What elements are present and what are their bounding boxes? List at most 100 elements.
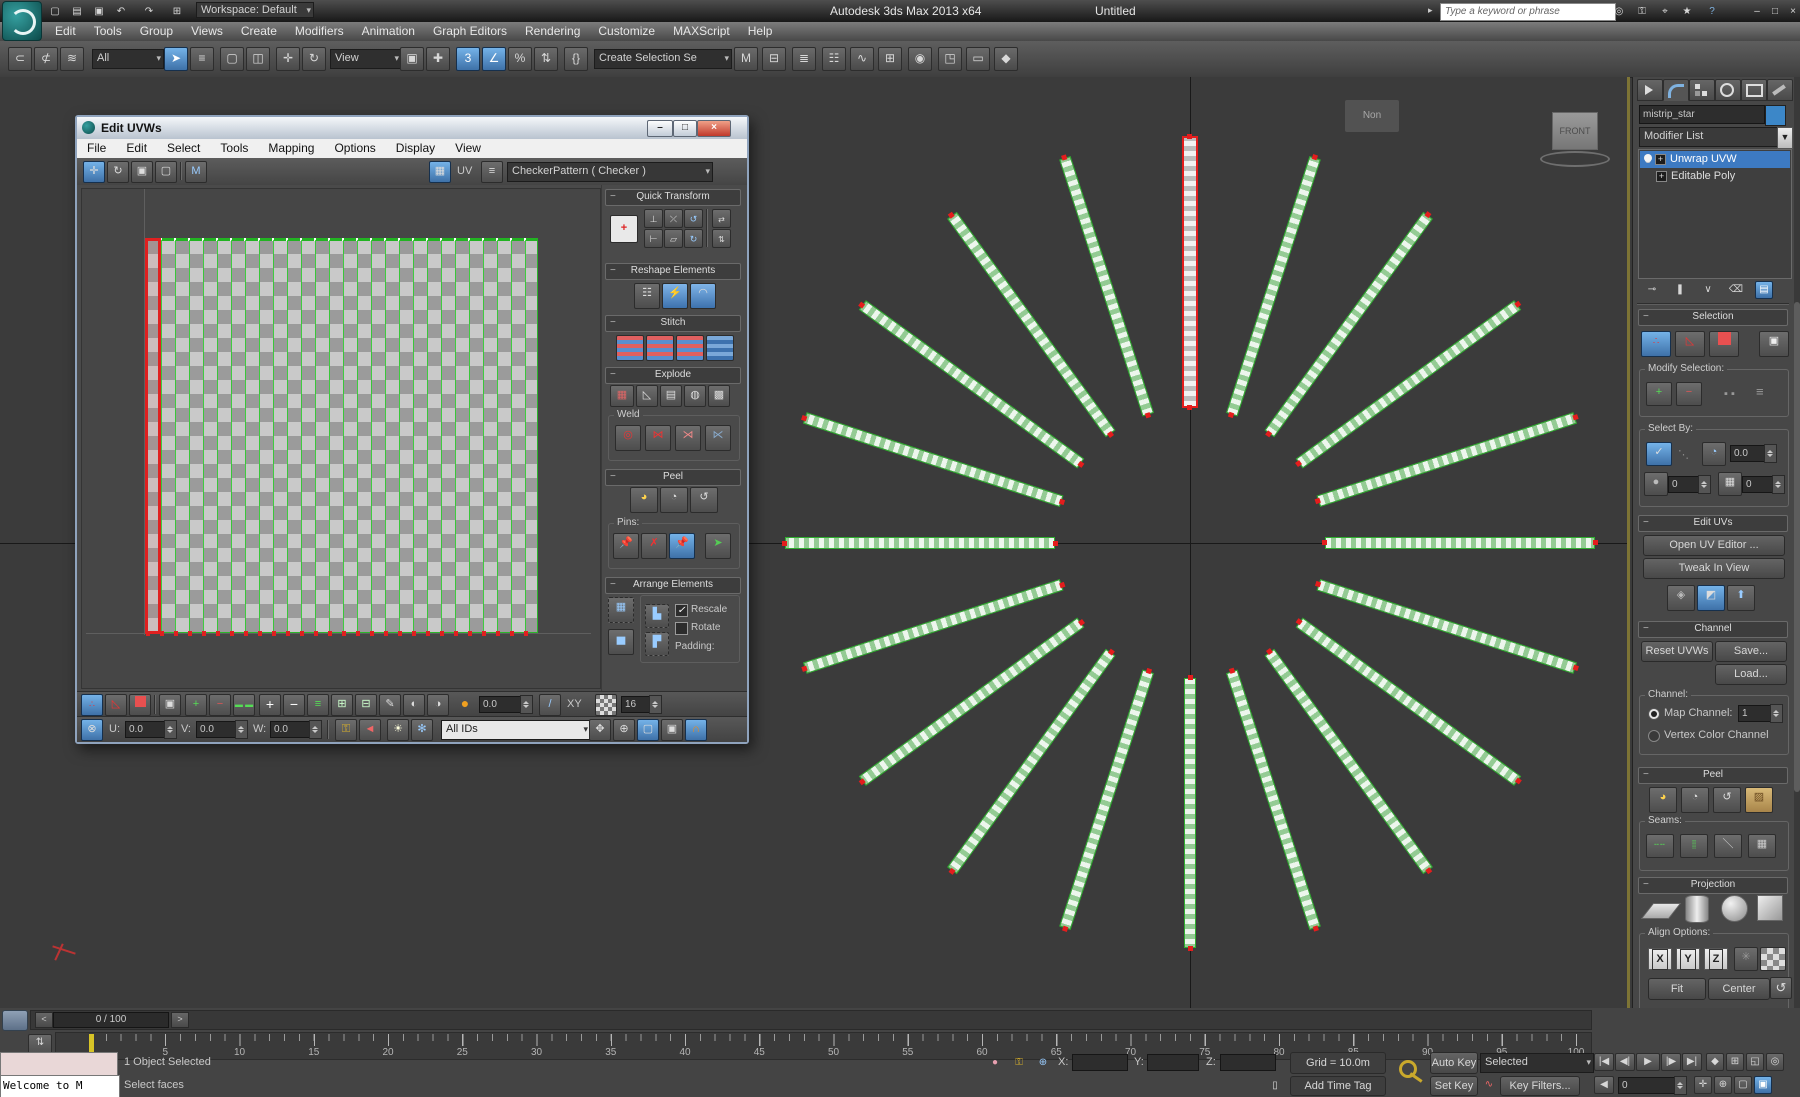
prev-key-button[interactable]: ◀| — [1615, 1053, 1635, 1071]
next-frame-arrow[interactable]: > — [171, 1012, 189, 1028]
uv-scale-button[interactable]: ▣ — [131, 161, 153, 183]
edit-named-selections-button[interactable]: {} — [564, 47, 588, 71]
quick-peel-icon[interactable]: ◕ — [630, 487, 658, 513]
uv-strip-selected[interactable] — [1182, 136, 1198, 408]
point-to-point-seam-icon[interactable]: ╌╌ — [1646, 834, 1674, 858]
align-angle-icon[interactable]: ⤫ — [664, 209, 683, 228]
detach-edge-icon[interactable]: ◺ — [636, 385, 658, 407]
rotate-checkbox[interactable] — [675, 622, 688, 635]
next-frame-button[interactable]: |▶ — [1661, 1053, 1681, 1071]
visibility-bulb-icon[interactable] — [1644, 154, 1652, 162]
stack-item-editable-poly[interactable]: +Editable Poly — [1640, 168, 1790, 185]
help-icon[interactable]: ? — [1703, 3, 1721, 21]
texel-spinner[interactable] — [649, 695, 662, 714]
key-mode-dropdown[interactable]: Selected▾ — [1480, 1053, 1594, 1073]
pin-icon[interactable]: 📌 — [613, 533, 639, 559]
align-element-icon[interactable]: ▱ — [664, 229, 683, 248]
texel-density-icon[interactable] — [595, 694, 617, 716]
dialog-menu-item[interactable]: Display — [386, 139, 445, 158]
orbit-icon[interactable]: ◎ — [1766, 1053, 1784, 1071]
snap-toggle-3d[interactable]: 3 — [456, 47, 480, 71]
menu-item[interactable]: Help — [739, 22, 782, 41]
soft-selection-value[interactable]: 0.0 — [479, 696, 523, 713]
break-icon[interactable]: ▦ — [610, 385, 634, 407]
curve-editor-button[interactable]: ∿ — [850, 47, 874, 71]
absolute-mode-icon[interactable]: ⊕ — [1034, 1054, 1052, 1072]
quick-peel-icon[interactable]: ◕ — [1649, 787, 1677, 813]
ring-shrink-icon[interactable]: ⊟ — [355, 694, 377, 716]
checker-pattern-dropdown[interactable]: CheckerPattern ( Checker )▾ — [507, 162, 713, 182]
weld-selected-icon[interactable]: ⋈ — [645, 425, 671, 451]
mirror-button[interactable]: M — [734, 47, 758, 71]
dialog-menu-item[interactable]: Options — [324, 139, 385, 158]
hide-selected-icon[interactable]: ◄ — [359, 719, 381, 741]
uv-strip[interactable] — [1325, 537, 1595, 549]
percent-snap-toggle[interactable]: % — [508, 47, 532, 71]
menu-item[interactable]: Group — [131, 22, 182, 41]
peel-mode-icon[interactable]: ◔ — [1681, 787, 1709, 813]
rollout-projection[interactable]: Projection — [1638, 877, 1788, 894]
paint-grow-icon[interactable]: ◐ — [403, 694, 425, 716]
menu-item[interactable]: Tools — [85, 22, 131, 41]
time-slider-handle[interactable]: 0 / 100 — [53, 1012, 169, 1028]
zoom-extents-icon[interactable]: ▣ — [661, 719, 683, 741]
planar-map-icon[interactable] — [1641, 903, 1682, 919]
y-coord-field[interactable] — [1147, 1054, 1199, 1071]
search-input[interactable]: Type a keyword or phrase — [1440, 3, 1616, 21]
reset-uvws-button[interactable]: Reset UVWs — [1641, 641, 1713, 662]
space-vertical-icon[interactable]: ⇅ — [712, 229, 731, 248]
workspace-dropdown[interactable]: Workspace: Default▾ — [196, 2, 314, 18]
menu-item[interactable]: MAXScript — [664, 22, 739, 41]
dialog-close-button[interactable]: × — [697, 120, 731, 137]
named-selection-set-dropdown[interactable]: Create Selection Se▾ — [594, 49, 732, 69]
rollout-edit-uvs[interactable]: Edit UVs — [1638, 515, 1788, 532]
selection-lock-icon[interactable]: ⚿ — [1010, 1054, 1028, 1072]
redo-icon[interactable]: ↷ — [140, 3, 158, 21]
menu-item[interactable]: Edit — [46, 22, 85, 41]
material-id-spinner[interactable] — [1772, 475, 1785, 494]
rollout-peel-cp[interactable]: Peel — [1638, 767, 1788, 784]
v-spinner[interactable] — [235, 720, 248, 739]
soft-selection-spinner[interactable] — [520, 695, 533, 714]
align-z-button[interactable]: Z — [1704, 948, 1728, 970]
object-color-swatch[interactable] — [1765, 105, 1786, 126]
rollout-channel[interactable]: Channel — [1638, 621, 1788, 638]
dialog-minimize-button[interactable]: – — [647, 120, 673, 137]
detach-matid-icon[interactable]: ▤ — [660, 385, 682, 407]
detach-smoothing-icon[interactable]: ◍ — [684, 385, 706, 407]
rectangular-region-button[interactable]: ▢ — [220, 47, 244, 71]
lock-selection-icon[interactable]: ⚿ — [335, 719, 357, 741]
polygon-mode-button[interactable] — [1709, 331, 1739, 357]
shrink-selection-icon[interactable]: − — [209, 694, 231, 716]
spherical-map-icon[interactable] — [1721, 895, 1748, 922]
edit-uvws-titlebar[interactable]: Edit UVWs – □ × — [77, 117, 747, 140]
w-field[interactable]: 0.0 — [270, 721, 312, 738]
uv-rotate-button[interactable]: ↻ — [107, 161, 129, 183]
rollout-explode[interactable]: Explode — [605, 367, 741, 384]
rotate-button[interactable]: ↻ — [302, 47, 326, 71]
set-keys-big-icon[interactable] — [1395, 1054, 1425, 1096]
dotted-slope-icon[interactable]: ⋱ — [1678, 448, 1689, 461]
pan-view-icon[interactable]: ✛ — [1694, 1076, 1712, 1094]
element-toggle[interactable]: ▣ — [1759, 331, 1789, 357]
convert-seam-icon[interactable]: ＼ — [1714, 834, 1742, 858]
tweak-in-view-button[interactable]: Tweak In View — [1643, 558, 1785, 579]
weld-all-icon[interactable]: ⋊ — [675, 425, 701, 451]
play-button[interactable]: ▶ — [1636, 1053, 1660, 1071]
dialog-menu-item[interactable]: View — [445, 139, 491, 158]
zoom-icon[interactable]: ⊕ — [613, 719, 635, 741]
grow-selection-icon[interactable]: + — [185, 694, 207, 716]
z-coord-field[interactable] — [1220, 1054, 1276, 1071]
menu-item[interactable]: Rendering — [516, 22, 589, 41]
uv-checker-layout[interactable] — [146, 239, 538, 633]
auto-key-button[interactable]: Auto Key — [1430, 1052, 1478, 1074]
modifier-stack[interactable]: +Unwrap UVW +Editable Poly — [1638, 149, 1792, 279]
align-to-view-icon[interactable] — [1760, 947, 1786, 971]
grow-selection-icon[interactable]: + — [1646, 382, 1672, 406]
dialog-menu-item[interactable]: Tools — [210, 139, 258, 158]
reset-peel-icon[interactable]: ↺ — [1713, 787, 1741, 813]
soft-selection-icon[interactable]: ● — [455, 694, 475, 714]
set-key-button[interactable]: Set Key — [1430, 1076, 1478, 1096]
edge-loop-icon[interactable]: ▬ ▬ — [233, 694, 255, 716]
maximize-viewport-icon[interactable]: ▣ — [1754, 1076, 1772, 1094]
